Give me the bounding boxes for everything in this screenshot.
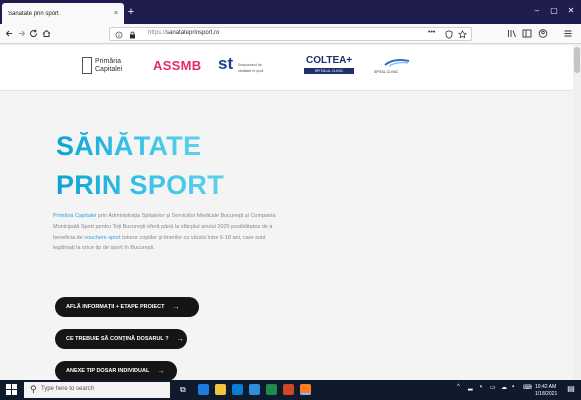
web-page: Primăria Capitalei ASSMB st Simpozionul … <box>0 45 573 380</box>
mail-icon[interactable] <box>249 384 260 395</box>
hospital-logo-text: SPITAL CLINIC <box>374 70 399 74</box>
account-icon[interactable] <box>538 28 548 39</box>
clock-date[interactable]: 1/18/2021 <box>535 391 557 397</box>
star-icon[interactable] <box>458 30 467 39</box>
start-button[interactable] <box>6 384 17 395</box>
network-icon[interactable]: ▂ <box>468 384 473 391</box>
primaria-logo-line-1: Primăria <box>95 58 122 65</box>
close-window-button[interactable]: ✕ <box>563 4 579 18</box>
primaria-crest-icon <box>82 57 92 74</box>
home-icon <box>42 29 51 37</box>
windows-taskbar: ⚲ Type here to search ⧉ ^ ▂ ◖ ▭ ☁ ▪ ⌨ 10… <box>0 380 581 400</box>
taskbar-search-box[interactable]: ⚲ Type here to search <box>24 382 170 398</box>
minimize-button[interactable]: – <box>529 4 545 18</box>
browser-tab[interactable]: Sănătate prin sport × <box>2 3 124 24</box>
coltea-logo-band: SPITALUL CLINIC <box>304 68 354 74</box>
browser-toolbar: https://sanatateprinsport.ro ••• <box>0 24 581 44</box>
assmb-logo[interactable]: ASSMB <box>153 58 201 73</box>
url-text: https://sanatateprinsport.ro <box>148 30 219 36</box>
scrollbar-thumb[interactable] <box>574 47 580 73</box>
menu-icon[interactable] <box>563 28 573 39</box>
back-button[interactable] <box>4 28 15 39</box>
library-icon[interactable] <box>507 28 517 39</box>
url-scheme: https:// <box>148 30 167 36</box>
taskbar-search-placeholder: Type here to search <box>41 386 95 392</box>
task-view-icon[interactable]: ⧉ <box>180 385 186 395</box>
home-button[interactable] <box>41 28 52 39</box>
browser-tab-strip: Sănătate prin sport × + – ▢ ✕ <box>0 0 581 24</box>
lock-icon[interactable] <box>129 31 136 39</box>
desc-link-primaria[interactable]: Primăria Capitalei <box>53 213 96 219</box>
page-scrollbar[interactable] <box>573 45 581 380</box>
cloud-icon[interactable]: ☁ <box>501 384 507 391</box>
coltea-logo-name: COLTEA+ <box>306 55 353 66</box>
powerpoint-icon[interactable] <box>283 384 294 395</box>
file-explorer-icon[interactable] <box>215 384 226 395</box>
info-icon[interactable] <box>115 31 123 39</box>
excel-icon[interactable] <box>266 384 277 395</box>
tab-close-icon[interactable]: × <box>111 10 121 17</box>
partner-logo-bar: Primăria Capitalei ASSMB st Simpozionul … <box>0 45 573 91</box>
page-actions-icon[interactable]: ••• <box>428 29 435 36</box>
reload-icon <box>30 29 38 37</box>
arrow-left-icon <box>5 30 12 37</box>
volume-icon[interactable]: ◖ <box>479 384 483 390</box>
notifications-icon[interactable]: ▤ <box>566 384 576 395</box>
clock-time[interactable]: 10:42 AM <box>535 384 556 390</box>
hero-title-line-1: SĂNĂTATE <box>56 131 202 161</box>
language-icon[interactable]: ▪ <box>512 384 514 390</box>
dossier-content-button-label: CE TREBUIE SĂ CONȚINĂ DOSARUL ? <box>66 336 169 342</box>
annex-templates-button[interactable]: ANEXE TIP DOSAR INDIVIDUAL → <box>55 361 177 380</box>
annex-templates-button-label: ANEXE TIP DOSAR INDIVIDUAL <box>66 368 150 374</box>
store-icon[interactable] <box>232 384 243 395</box>
hero-description: Primăria Capitalei prin Administrația Sp… <box>53 211 283 254</box>
firefox-icon[interactable] <box>300 384 311 395</box>
tab-title: Sănătate prin sport <box>8 10 59 17</box>
arrow-right-icon: → <box>176 335 184 343</box>
keyboard-icon[interactable]: ⌨ <box>523 384 532 391</box>
shield-icon[interactable] <box>445 30 453 39</box>
primaria-capitalei-logo[interactable]: Primăria Capitalei <box>82 55 126 79</box>
maximize-button[interactable]: ▢ <box>546 4 562 18</box>
chevron-up-icon[interactable]: ^ <box>457 384 460 390</box>
hospital-swoosh-icon <box>384 59 410 67</box>
sidebar-icon[interactable] <box>522 28 532 39</box>
search-icon: ⚲ <box>30 384 37 394</box>
st-logo-subtitle-2: sănătate în şcoli <box>238 69 264 73</box>
address-bar[interactable]: https://sanatateprinsport.ro ••• <box>109 27 472 41</box>
edge-icon[interactable] <box>198 384 209 395</box>
info-stages-button[interactable]: AFLĂ INFORMAȚII + ETAPE PROIECT → <box>55 297 199 317</box>
arrow-right-icon: → <box>172 303 180 311</box>
dossier-content-button[interactable]: CE TREBUIE SĂ CONȚINĂ DOSARUL ? → <box>55 329 187 349</box>
forward-button[interactable] <box>16 28 27 39</box>
st-logo-subtitle-1: Simpozionul de <box>238 63 262 67</box>
primaria-logo-line-2: Capitalei <box>95 66 123 73</box>
new-tab-button[interactable]: + <box>125 6 137 18</box>
st-logo[interactable]: st Simpozionul de sănătate în şcoli <box>218 54 288 80</box>
arrow-right-icon: → <box>157 367 165 375</box>
hospital-logo[interactable]: SPITAL CLINIC <box>374 55 420 79</box>
arrow-right-icon <box>19 30 26 37</box>
st-logo-mark: st <box>218 54 234 73</box>
battery-icon[interactable]: ▭ <box>490 384 496 391</box>
reload-button[interactable] <box>28 28 39 39</box>
desc-highlight-vouchere[interactable]: vouchere sport <box>84 235 120 241</box>
hero-title-line-2: PRIN SPORT <box>56 170 225 200</box>
coltea-logo[interactable]: COLTEA+ SPITALUL CLINIC <box>304 55 356 77</box>
info-stages-button-label: AFLĂ INFORMAȚII + ETAPE PROIECT <box>66 304 165 310</box>
url-host: sanatateprinsport.ro <box>166 30 220 36</box>
